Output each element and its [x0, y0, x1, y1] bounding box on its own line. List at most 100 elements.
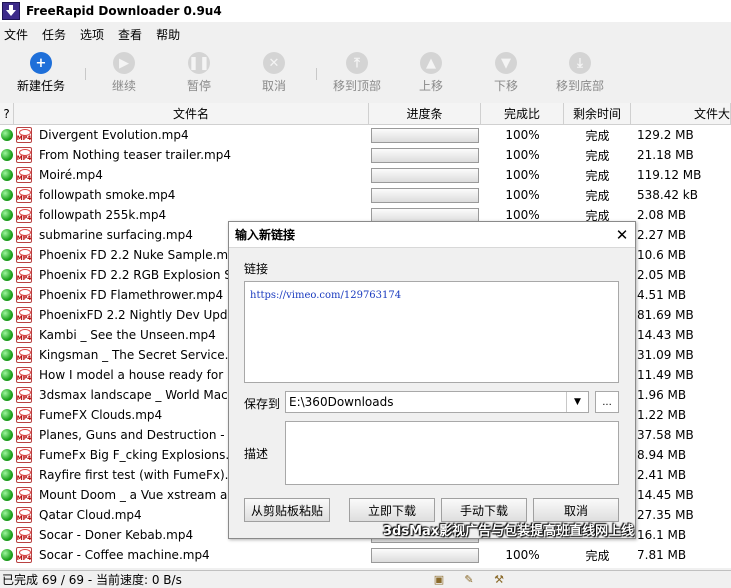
remaining-time: 完成 [585, 168, 610, 183]
status-ok-icon [1, 429, 13, 441]
file-size: 4.51 MB [637, 288, 687, 302]
file-size: 1.22 MB [637, 408, 687, 422]
manual-download-button[interactable]: 手动下载 [441, 498, 527, 522]
status-ok-icon [1, 489, 13, 501]
title-bar: FreeRapid Downloader 0.9u4 [0, 0, 731, 22]
mp4-file-icon: MP4 [16, 187, 32, 203]
menu-bar: 文件 任务 选项 查看 帮助 [0, 24, 731, 44]
play-icon: ▶ [113, 52, 135, 74]
file-size: 1.96 MB [637, 388, 687, 402]
file-name: Phoenix FD 2.2 Nuke Sample.mp4 [39, 248, 244, 262]
progress-bar [371, 187, 479, 203]
menu-view[interactable]: 查看 [114, 26, 148, 43]
move-top-button[interactable]: ⤒ 移到顶部 [333, 52, 381, 94]
mp4-file-icon: MP4 [16, 247, 32, 263]
mp4-file-icon: MP4 [16, 487, 32, 503]
status-ok-icon [1, 509, 13, 521]
mp4-file-icon: MP4 [16, 407, 32, 423]
remaining-time: 完成 [585, 128, 610, 143]
header-progress[interactable]: 进度条 [369, 103, 481, 124]
progress-bar [371, 147, 479, 163]
file-name: Qatar Cloud.mp4 [39, 508, 142, 522]
header-completed[interactable]: 完成比 [481, 103, 564, 124]
status-ok-icon [1, 129, 13, 141]
dialog-cancel-button[interactable]: 取消 [533, 498, 619, 522]
completed-percent: 100% [505, 128, 540, 142]
status-bar: 已完成 69 / 69 - 当前速度: 0 B/s ▣ ✎ ⚒ [0, 570, 731, 588]
description-textarea[interactable] [285, 421, 619, 485]
file-name: FumeFx Big F_cking Explosions.m [39, 448, 241, 462]
link-textarea[interactable]: https://vimeo.com/129763174 [244, 281, 619, 383]
remaining-time: 完成 [585, 148, 610, 163]
status-ok-icon [1, 149, 13, 161]
file-size: 11.49 MB [637, 368, 694, 382]
menu-help[interactable]: 帮助 [152, 26, 186, 43]
plus-icon: + [30, 52, 52, 74]
mp4-file-icon: MP4 [16, 467, 32, 483]
file-size: 129.2 MB [637, 128, 694, 142]
move-bottom-button[interactable]: ⤓ 移到底部 [556, 52, 604, 94]
header-size[interactable]: 文件大 [631, 103, 731, 124]
arrow-bottom-icon: ⤓ [569, 52, 591, 74]
header-status[interactable]: ? [0, 103, 14, 124]
close-icon[interactable]: ✕ [609, 223, 635, 247]
tools-icon[interactable]: ⚒ [490, 573, 508, 587]
completed-percent: 100% [505, 548, 540, 562]
progress-bar [371, 547, 479, 563]
file-name: followpath 255k.mp4 [39, 208, 167, 222]
mp4-file-icon: MP4 [16, 367, 32, 383]
status-ok-icon [1, 249, 13, 261]
status-ok-icon [1, 169, 13, 181]
download-now-button[interactable]: 立即下载 [349, 498, 435, 522]
file-name: Mount Doom _ a Vue xstream anin [39, 488, 246, 502]
new-task-button[interactable]: + 新建任务 [17, 52, 65, 94]
file-name: Rayfire first test (with FumeFx).mp [39, 468, 248, 482]
mp4-file-icon: MP4 [16, 527, 32, 543]
menu-file[interactable]: 文件 [0, 26, 34, 43]
status-ok-icon [1, 289, 13, 301]
speed-limit-icon[interactable]: ✎ [460, 573, 478, 587]
progress-bar [371, 127, 479, 143]
browse-button[interactable]: ... [595, 391, 619, 413]
paste-clipboard-button[interactable]: 从剪贴板粘贴 [244, 498, 330, 522]
header-filename[interactable]: 文件名 [14, 103, 369, 124]
cancel-task-button[interactable]: ✕ 取消 [262, 52, 286, 94]
save-path-combobox[interactable]: E:\360Downloads ▼ [285, 391, 589, 413]
pause-button[interactable]: ❚❚ 暂停 [187, 52, 211, 94]
file-name: 3dsmax landscape _ World Machi [39, 388, 239, 402]
move-down-button[interactable]: ▼ 下移 [494, 52, 518, 94]
cancel-icon: ✕ [263, 52, 285, 74]
file-size: 119.12 MB [637, 168, 702, 182]
status-ok-icon [1, 549, 13, 561]
completed-percent: 100% [505, 148, 540, 162]
mp4-file-icon: MP4 [16, 167, 32, 183]
header-remaining[interactable]: 剩余时间 [564, 103, 631, 124]
file-name: Divergent Evolution.mp4 [39, 128, 189, 142]
status-ok-icon [1, 329, 13, 341]
file-size: 31.09 MB [637, 348, 694, 362]
mp4-file-icon: MP4 [16, 127, 32, 143]
arrow-top-icon: ⤒ [346, 52, 368, 74]
menu-tasks[interactable]: 任务 [38, 26, 72, 43]
file-name: Socar - Coffee machine.mp4 [39, 548, 210, 562]
file-size: 2.05 MB [637, 268, 687, 282]
resume-button[interactable]: ▶ 继续 [112, 52, 136, 94]
table-row[interactable]: MP4 followpath smoke.mp4 100% 完成 538.42 kB [0, 185, 731, 205]
remaining-time: 完成 [585, 548, 610, 563]
status-ok-icon [1, 449, 13, 461]
chevron-down-icon[interactable]: ▼ [566, 392, 588, 412]
table-row[interactable]: MP4 Divergent Evolution.mp4 100% 完成 129.2 MB [0, 125, 731, 145]
table-row[interactable]: MP4 From Nothing teaser trailer.mp4 100% 完成… [0, 145, 731, 165]
file-name: How I model a house ready for blo [39, 368, 246, 382]
menu-options[interactable]: 选项 [76, 26, 110, 43]
file-size: 21.18 MB [637, 148, 694, 162]
clipboard-monitor-icon[interactable]: ▣ [430, 573, 448, 587]
table-row[interactable]: MP4 Socar - Coffee machine.mp4 100% 完成 7.81 … [0, 545, 731, 565]
table-row[interactable]: MP4 Moiré.mp4 100% 完成 119.12 MB [0, 165, 731, 185]
file-size: 538.42 kB [637, 188, 698, 202]
file-size: 2.41 MB [637, 468, 687, 482]
dialog-title: 输入新链接 [235, 228, 296, 242]
status-ok-icon [1, 369, 13, 381]
move-up-button[interactable]: ▲ 上移 [419, 52, 443, 94]
file-name: Phoenix FD Flamethrower.mp4 [39, 288, 224, 302]
